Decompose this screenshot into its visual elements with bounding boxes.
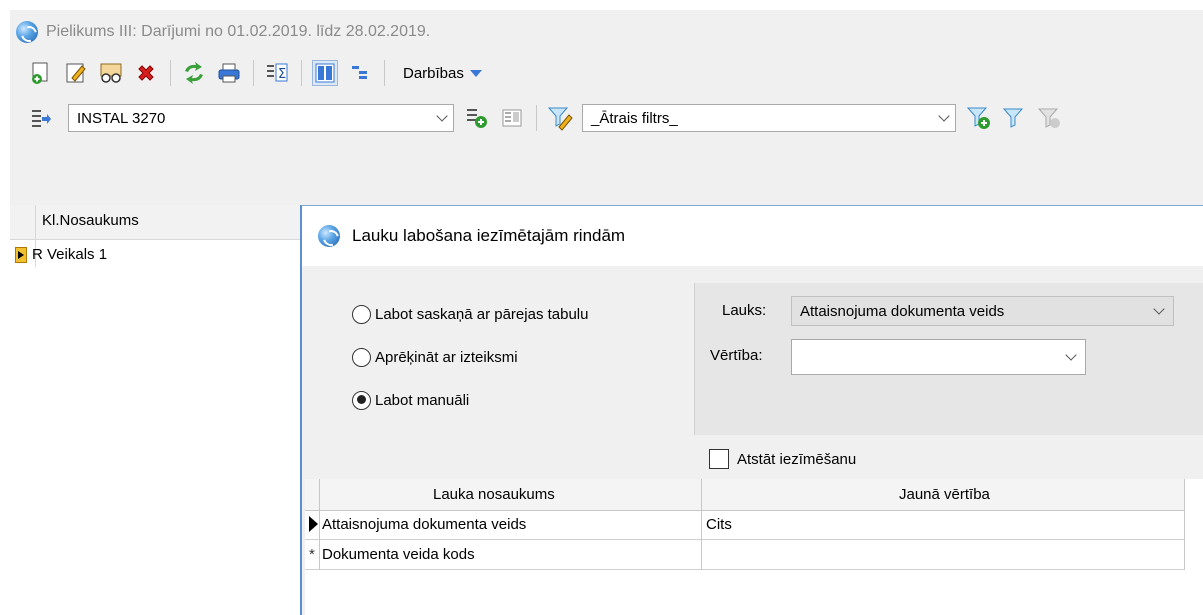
toolbar-separator (536, 105, 537, 131)
value-select[interactable] (791, 339, 1086, 375)
row-field-name: Attaisnojuma dokumenta veids (322, 516, 527, 533)
object-combo[interactable]: INSTAL 3270 (68, 104, 454, 132)
printer-icon (218, 63, 240, 83)
table-row[interactable]: Attaisnojuma dokumenta veids Cits (305, 511, 1185, 540)
row-indicator-icon (15, 247, 27, 263)
actions-label: Darbības (403, 64, 464, 82)
chevron-down-icon (1057, 349, 1085, 361)
dialog-title-bar: Lauku labošana iezīmētajām rindām (302, 206, 1203, 266)
grid-divider (701, 479, 702, 570)
radio-manual[interactable]: Labot manuāli (352, 388, 469, 412)
app-logo-icon (16, 21, 38, 43)
filter-funnel-icon (1002, 108, 1024, 128)
new-document-icon (32, 62, 48, 84)
row-client-name: R Veikals 1 (32, 246, 108, 263)
window-title: Pielikums III: Darījumi no 01.02.2019. l… (46, 23, 431, 40)
radio-icon (352, 347, 371, 367)
toolbar-separator (170, 60, 171, 86)
add-object-button[interactable] (464, 105, 490, 131)
columns-button[interactable] (312, 60, 338, 86)
sigma-sum-icon: Σ (267, 63, 288, 82)
add-filter-button[interactable] (966, 105, 992, 131)
radio-transition-table[interactable]: Labot saskaņā ar pārejas tabulu (352, 302, 588, 326)
fields-grid: Lauka nosaukums Jaunā vērtība Attaisnoju… (305, 479, 1203, 615)
list-columns-icon (502, 109, 522, 127)
radio-label: Aprēķināt ar izteiksmi (375, 348, 518, 366)
client-grid-header: Kl.Nosaukums (10, 205, 300, 240)
fields-grid-header: Lauka nosaukums Jaunā vērtība (305, 479, 1185, 511)
print-button[interactable] (216, 60, 242, 86)
field-label: Lauks: (722, 302, 767, 319)
columns-grid-icon (315, 63, 335, 83)
filter-bar: INSTAL 3270 _Ātrais filtrs_ (28, 103, 1193, 133)
keep-selection-checkbox[interactable]: Atstāt iezīmēšanu (709, 449, 856, 469)
keep-selection-label: Atstāt iezīmēšanu (737, 450, 857, 468)
object-combo-value: INSTAL 3270 (77, 109, 166, 127)
apply-filter-button[interactable] (1001, 105, 1027, 131)
tree-button[interactable] (347, 60, 373, 86)
checkbox-icon (709, 449, 729, 469)
field-panel: Lauks: Attaisnojuma dokumenta veids Vērt… (694, 283, 1203, 435)
filter-add-icon (966, 107, 990, 129)
new-record-button[interactable] (28, 60, 54, 86)
add-list-icon (467, 109, 487, 128)
object-selector-button[interactable] (28, 105, 54, 131)
delete-button[interactable] (133, 60, 159, 86)
chevron-down-icon (1145, 303, 1173, 315)
field-select-value: Attaisnojuma dokumenta veids (800, 302, 1005, 320)
dialog-title: Lauku labošana iezīmētajām rindām (352, 226, 626, 245)
toolbar-separator (384, 60, 385, 86)
column-header-new-value[interactable]: Jaunā vērtība (899, 486, 990, 503)
table-row[interactable]: R Veikals 1 (10, 243, 300, 267)
radio-label: Labot manuāli (375, 391, 470, 409)
refresh-icon (185, 62, 203, 84)
quick-filter-value: _Ātrais filtrs_ (591, 109, 678, 127)
app-logo-icon (318, 225, 340, 247)
radio-icon (352, 304, 371, 324)
toolbar-separator (301, 60, 302, 86)
refresh-button[interactable] (181, 60, 207, 86)
glasses-view-icon (100, 63, 122, 83)
edit-pencil-icon (66, 63, 86, 83)
actions-menu-button[interactable]: Darbības (403, 65, 482, 82)
edit-button[interactable] (63, 60, 89, 86)
window-title-bar: Pielikums III: Darījumi no 01.02.2019. l… (16, 20, 430, 44)
new-row-star-icon: * (309, 546, 315, 563)
field-select[interactable]: Attaisnojuma dokumenta veids (791, 296, 1174, 326)
table-row[interactable]: * Dokumenta veida kods (305, 541, 1185, 570)
filter-edit-button[interactable] (547, 105, 573, 131)
quick-filter-combo[interactable]: _Ātrais filtrs_ (582, 104, 956, 132)
delete-x-icon (138, 65, 154, 81)
chevron-down-icon (933, 110, 955, 122)
radio-expression[interactable]: Aprēķināt ar izteiksmi (352, 345, 518, 369)
radio-label: Labot saskaņā ar pārejas tabulu (375, 305, 589, 323)
grid-divider (1184, 479, 1185, 570)
clear-filter-button[interactable] (1036, 105, 1062, 131)
totals-button[interactable]: Σ (264, 60, 290, 86)
dropdown-arrow-icon (469, 69, 482, 77)
row-new-value[interactable]: Cits (706, 516, 732, 533)
column-header-client-name[interactable]: Kl.Nosaukums (42, 212, 139, 229)
filter-clear-icon (1037, 108, 1060, 128)
toolbar-separator (253, 60, 254, 86)
value-label: Vērtība: (710, 347, 763, 364)
grid-divider (319, 479, 320, 570)
row-field-name: Dokumenta veida kods (322, 546, 475, 563)
list-arrow-icon (32, 110, 51, 127)
view-button[interactable] (98, 60, 124, 86)
bulk-edit-dialog: Lauku labošana iezīmētajām rindām Labot … (300, 205, 1203, 615)
svg-text:Σ: Σ (278, 67, 286, 82)
tree-structure-icon (352, 66, 367, 79)
object-list-button[interactable] (499, 105, 525, 131)
column-header-field-name[interactable]: Lauka nosaukums (433, 486, 555, 503)
main-toolbar: Σ Darbības (28, 58, 482, 88)
client-grid: Kl.Nosaukums R Veikals 1 (10, 205, 300, 615)
current-row-arrow-icon (309, 516, 318, 532)
filter-pencil-icon (547, 107, 573, 131)
chevron-down-icon (431, 110, 453, 122)
radio-selected-icon (352, 390, 371, 410)
